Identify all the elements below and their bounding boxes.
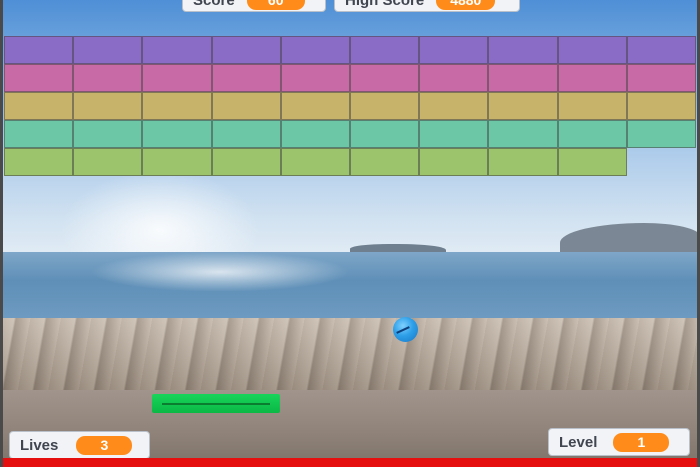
brick — [73, 36, 143, 64]
brick — [488, 64, 558, 92]
brick — [280, 64, 350, 92]
brick — [280, 36, 350, 64]
brick — [142, 36, 212, 64]
brick — [626, 120, 696, 148]
high-score-panel: High Score 4880 — [334, 0, 520, 12]
brick — [626, 36, 696, 64]
brick — [350, 92, 420, 120]
brick — [350, 120, 420, 148]
brick — [350, 148, 420, 176]
brick — [488, 36, 558, 64]
brick — [280, 92, 350, 120]
brick — [4, 92, 74, 120]
brick — [419, 120, 489, 148]
brick — [557, 120, 627, 148]
brick — [4, 148, 74, 176]
ball-highlight — [396, 326, 410, 334]
lives-panel: Lives 3 — [9, 431, 150, 459]
game-stage[interactable]: Score 60 High Score 4880 Lives 3 Level 1 — [0, 0, 700, 467]
brick — [211, 92, 281, 120]
boardwalk-shade — [0, 318, 700, 390]
brick — [73, 148, 143, 176]
score-panel: Score 60 — [182, 0, 326, 12]
brick — [419, 64, 489, 92]
brick — [73, 120, 143, 148]
high-score-label: High Score — [345, 0, 425, 9]
ball — [393, 317, 418, 342]
brick — [280, 120, 350, 148]
brick — [142, 64, 212, 92]
brick — [350, 64, 420, 92]
brick — [280, 148, 350, 176]
score-value: 60 — [246, 0, 305, 10]
brick — [211, 64, 281, 92]
brick — [142, 148, 212, 176]
paddle-stripe — [162, 403, 270, 405]
brick — [626, 64, 696, 92]
brick — [419, 36, 489, 64]
brick — [488, 92, 558, 120]
brick — [4, 120, 74, 148]
brick-wall — [4, 36, 696, 176]
sea-shine — [90, 252, 350, 292]
brick — [142, 92, 212, 120]
brick — [73, 64, 143, 92]
brick — [488, 120, 558, 148]
lives-label: Lives — [20, 436, 59, 454]
brick — [350, 36, 420, 64]
brick — [4, 36, 74, 64]
brick — [557, 148, 627, 176]
brick — [211, 36, 281, 64]
high-score-value: 4880 — [436, 0, 496, 10]
brick — [626, 92, 696, 120]
brick — [211, 120, 281, 148]
brick — [4, 64, 74, 92]
bottom-hazard-line — [0, 458, 700, 467]
brick — [557, 92, 627, 120]
brick — [73, 92, 143, 120]
paddle[interactable] — [152, 394, 280, 413]
brick — [142, 120, 212, 148]
brick — [557, 36, 627, 64]
level-value: 1 — [613, 432, 670, 452]
brick — [419, 92, 489, 120]
level-panel: Level 1 — [548, 428, 690, 456]
level-label: Level — [559, 433, 598, 451]
brick — [557, 64, 627, 92]
brick — [211, 148, 281, 176]
lives-value: 3 — [76, 435, 133, 455]
score-label: Score — [193, 0, 235, 9]
brick — [488, 148, 558, 176]
brick — [419, 148, 489, 176]
